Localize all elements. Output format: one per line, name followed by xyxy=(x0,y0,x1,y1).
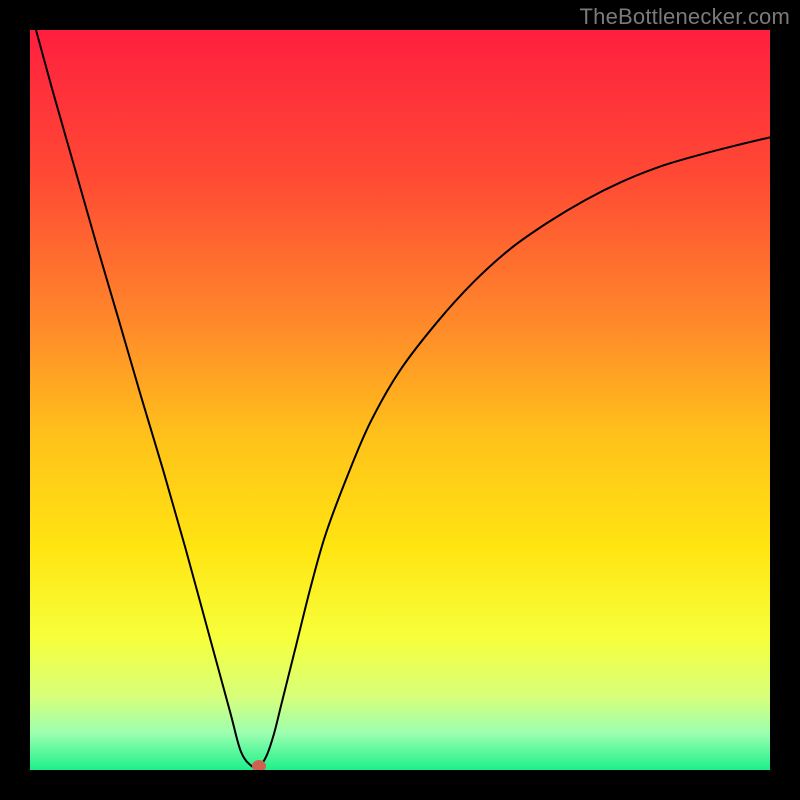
plot-svg xyxy=(30,30,770,770)
gradient-background xyxy=(30,30,770,770)
chart-frame: TheBottlenecker.com xyxy=(0,0,800,800)
minimum-marker xyxy=(252,760,266,770)
watermark-text: TheBottlenecker.com xyxy=(580,4,790,30)
plot-area xyxy=(30,30,770,770)
